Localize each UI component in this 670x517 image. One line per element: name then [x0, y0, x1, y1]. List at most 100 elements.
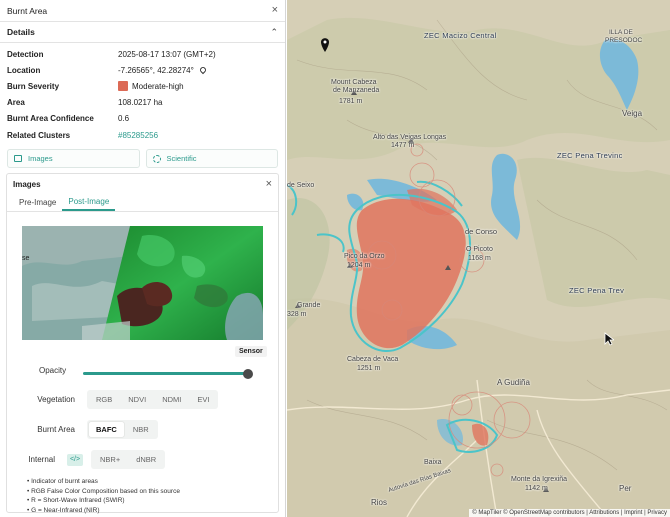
detail-row-location: Location -7.26565°, 42.28274° — [7, 62, 278, 78]
map-label: O Picoto — [466, 246, 493, 253]
note-item: • RGB False Color Composition based on t… — [27, 487, 180, 495]
map-label: 1251 m — [357, 365, 381, 372]
map-label: Baixa — [424, 459, 442, 466]
map-label: Mount Cabeza — [331, 79, 377, 86]
detail-label: Related Clusters — [7, 130, 71, 140]
scientific-button-label: Scientific — [166, 154, 197, 164]
satellite-label: se — [22, 255, 30, 262]
detail-label: Detection — [7, 49, 44, 59]
details-list: Detection 2025-08-17 13:07 (GMT+2) Locat… — [0, 43, 285, 143]
code-icon[interactable]: </> — [67, 453, 83, 466]
sensor-button[interactable]: Sensor — [235, 346, 267, 357]
note-item: • Indicator of burnt areas — [27, 478, 98, 485]
burnt-area-options: BAFC NBR — [87, 420, 158, 439]
map-label: 1781 m — [339, 98, 363, 105]
images-header: Images × — [7, 174, 278, 194]
map-label: 1477 m — [391, 142, 415, 149]
image-notes: • Indicator of burnt areas • RGB False C… — [27, 477, 180, 515]
images-button[interactable]: Images — [7, 149, 140, 169]
related-cluster-link[interactable]: #85285256 — [118, 131, 158, 140]
detail-row-severity: Burn Severity Moderate-high — [7, 78, 278, 94]
location-pin-icon[interactable] — [198, 66, 208, 75]
detail-value-wrap: -7.26565°, 42.28274° — [118, 65, 208, 75]
detail-value: 2025-08-17 13:07 (GMT+2) — [118, 49, 216, 59]
internal-row: Internal </> NBR+ dNBR — [27, 450, 166, 469]
mouse-cursor-icon — [604, 332, 614, 346]
tab-post-image[interactable]: Post-Image — [62, 194, 116, 211]
note-item: • R = Short-Wave Infrared (SWIR) — [27, 497, 125, 505]
burnt-bafc-option[interactable]: BAFC — [89, 422, 124, 437]
severity-swatch — [118, 81, 128, 92]
vegetation-ndmi-option[interactable]: NDMI — [155, 392, 188, 407]
map-label: 1204 m — [347, 262, 371, 269]
map-label: A Gudiña — [497, 378, 530, 387]
map-label: 328 m — [287, 311, 307, 318]
note-item: • G = Near-Infrared (NIR) — [27, 506, 100, 514]
internal-label: Internal — [28, 455, 55, 464]
internal-dnbr-option[interactable]: dNBR — [129, 452, 163, 467]
map-label: Veiga — [622, 109, 643, 118]
panel-header: Burnt Area × — [0, 0, 285, 22]
detail-value-wrap: Moderate-high — [118, 81, 184, 92]
images-card: Images × Pre-Image Post-Image se Sensor … — [6, 173, 279, 515]
map-label: Alto das Veigas Longas — [373, 134, 447, 141]
tab-pre-image[interactable]: Pre-Image — [13, 194, 62, 211]
toggle-buttons: Images Scientific — [0, 149, 285, 169]
satellite-image: se — [22, 226, 263, 340]
map-label: Pico da Orzo — [344, 253, 385, 260]
images-button-label: Images — [28, 154, 53, 164]
map-label: de Seixo — [287, 182, 315, 189]
detail-row-detection: Detection 2025-08-17 13:07 (GMT+2) — [7, 46, 278, 62]
location-value: -7.26565°, 42.28274° — [118, 65, 194, 75]
detail-row-clusters: Related Clusters #85285256 — [7, 127, 278, 143]
vegetation-row: Vegetation RGB NDVI NDMI EVI — [27, 390, 219, 409]
image-tabs: Pre-Image Post-Image — [7, 194, 278, 212]
detail-label: Area — [7, 98, 25, 108]
chevron-up-icon[interactable]: ⌃ — [270, 27, 278, 38]
scientific-button[interactable]: Scientific — [145, 149, 278, 169]
close-panel-icon[interactable]: × — [272, 5, 278, 16]
burnt-area-panel: Burnt Area × Details ⌃ Detection 2025-08… — [0, 0, 286, 517]
panel-title: Burnt Area — [7, 5, 48, 16]
map-label: Monte da Igrexiña — [511, 476, 568, 483]
detail-value: 108.0217 ha — [118, 98, 163, 108]
map-label: Cabeza de Vaca — [347, 356, 399, 363]
opacity-slider[interactable] — [83, 368, 253, 379]
map-attribution[interactable]: © MapTiler © OpenStreetMap contributors … — [469, 509, 670, 517]
detail-label: Burnt Area Confidence — [7, 114, 94, 124]
image-icon — [14, 155, 22, 163]
opacity-slider-handle[interactable] — [243, 368, 253, 379]
map-label: Per — [619, 484, 632, 493]
map-label: ZEC Macizo Central — [424, 31, 497, 40]
details-title: Details — [7, 27, 35, 37]
detail-label: Burn Severity — [7, 81, 60, 91]
vegetation-label: Vegetation — [37, 395, 75, 404]
burnt-nbr-option[interactable]: NBR — [126, 422, 156, 437]
map-label: de Conso — [465, 227, 498, 236]
vegetation-rgb-option[interactable]: RGB — [89, 392, 119, 407]
burnt-area-label: Burnt Area — [37, 425, 75, 434]
atom-icon — [152, 154, 161, 163]
detail-row-area: Area 108.0217 ha — [7, 95, 278, 111]
images-title: Images — [13, 179, 41, 189]
vegetation-ndvi-option[interactable]: NDVI — [121, 392, 153, 407]
opacity-row: Opacity — [27, 366, 87, 375]
detail-value: 0.6 — [118, 114, 130, 124]
map-view[interactable]: ZEC Macizo Central ILLA DE PRESODOC Moun… — [287, 0, 670, 517]
internal-nbrplus-option[interactable]: NBR+ — [93, 452, 127, 467]
details-header[interactable]: Details ⌃ — [0, 22, 285, 43]
vegetation-evi-option[interactable]: EVI — [190, 392, 216, 407]
map-label: ZEC Pena Trevinc — [557, 151, 623, 160]
map-label: ILLA DE — [609, 29, 633, 36]
map-label: Rios — [371, 498, 388, 507]
severity-value: Moderate-high — [132, 81, 184, 91]
detail-label: Location — [7, 65, 41, 75]
map-label: PRESODOC — [605, 37, 643, 44]
map-label: ZEC Pena Trev — [569, 286, 625, 295]
map-label: 1142 m — [525, 485, 548, 492]
internal-options: NBR+ dNBR — [91, 450, 166, 469]
app-root: Burnt Area × Details ⌃ Detection 2025-08… — [0, 0, 670, 517]
burnt-area-row: Burnt Area BAFC NBR — [27, 420, 158, 439]
close-images-icon[interactable]: × — [266, 178, 272, 190]
map-label: Grande — [297, 302, 321, 309]
